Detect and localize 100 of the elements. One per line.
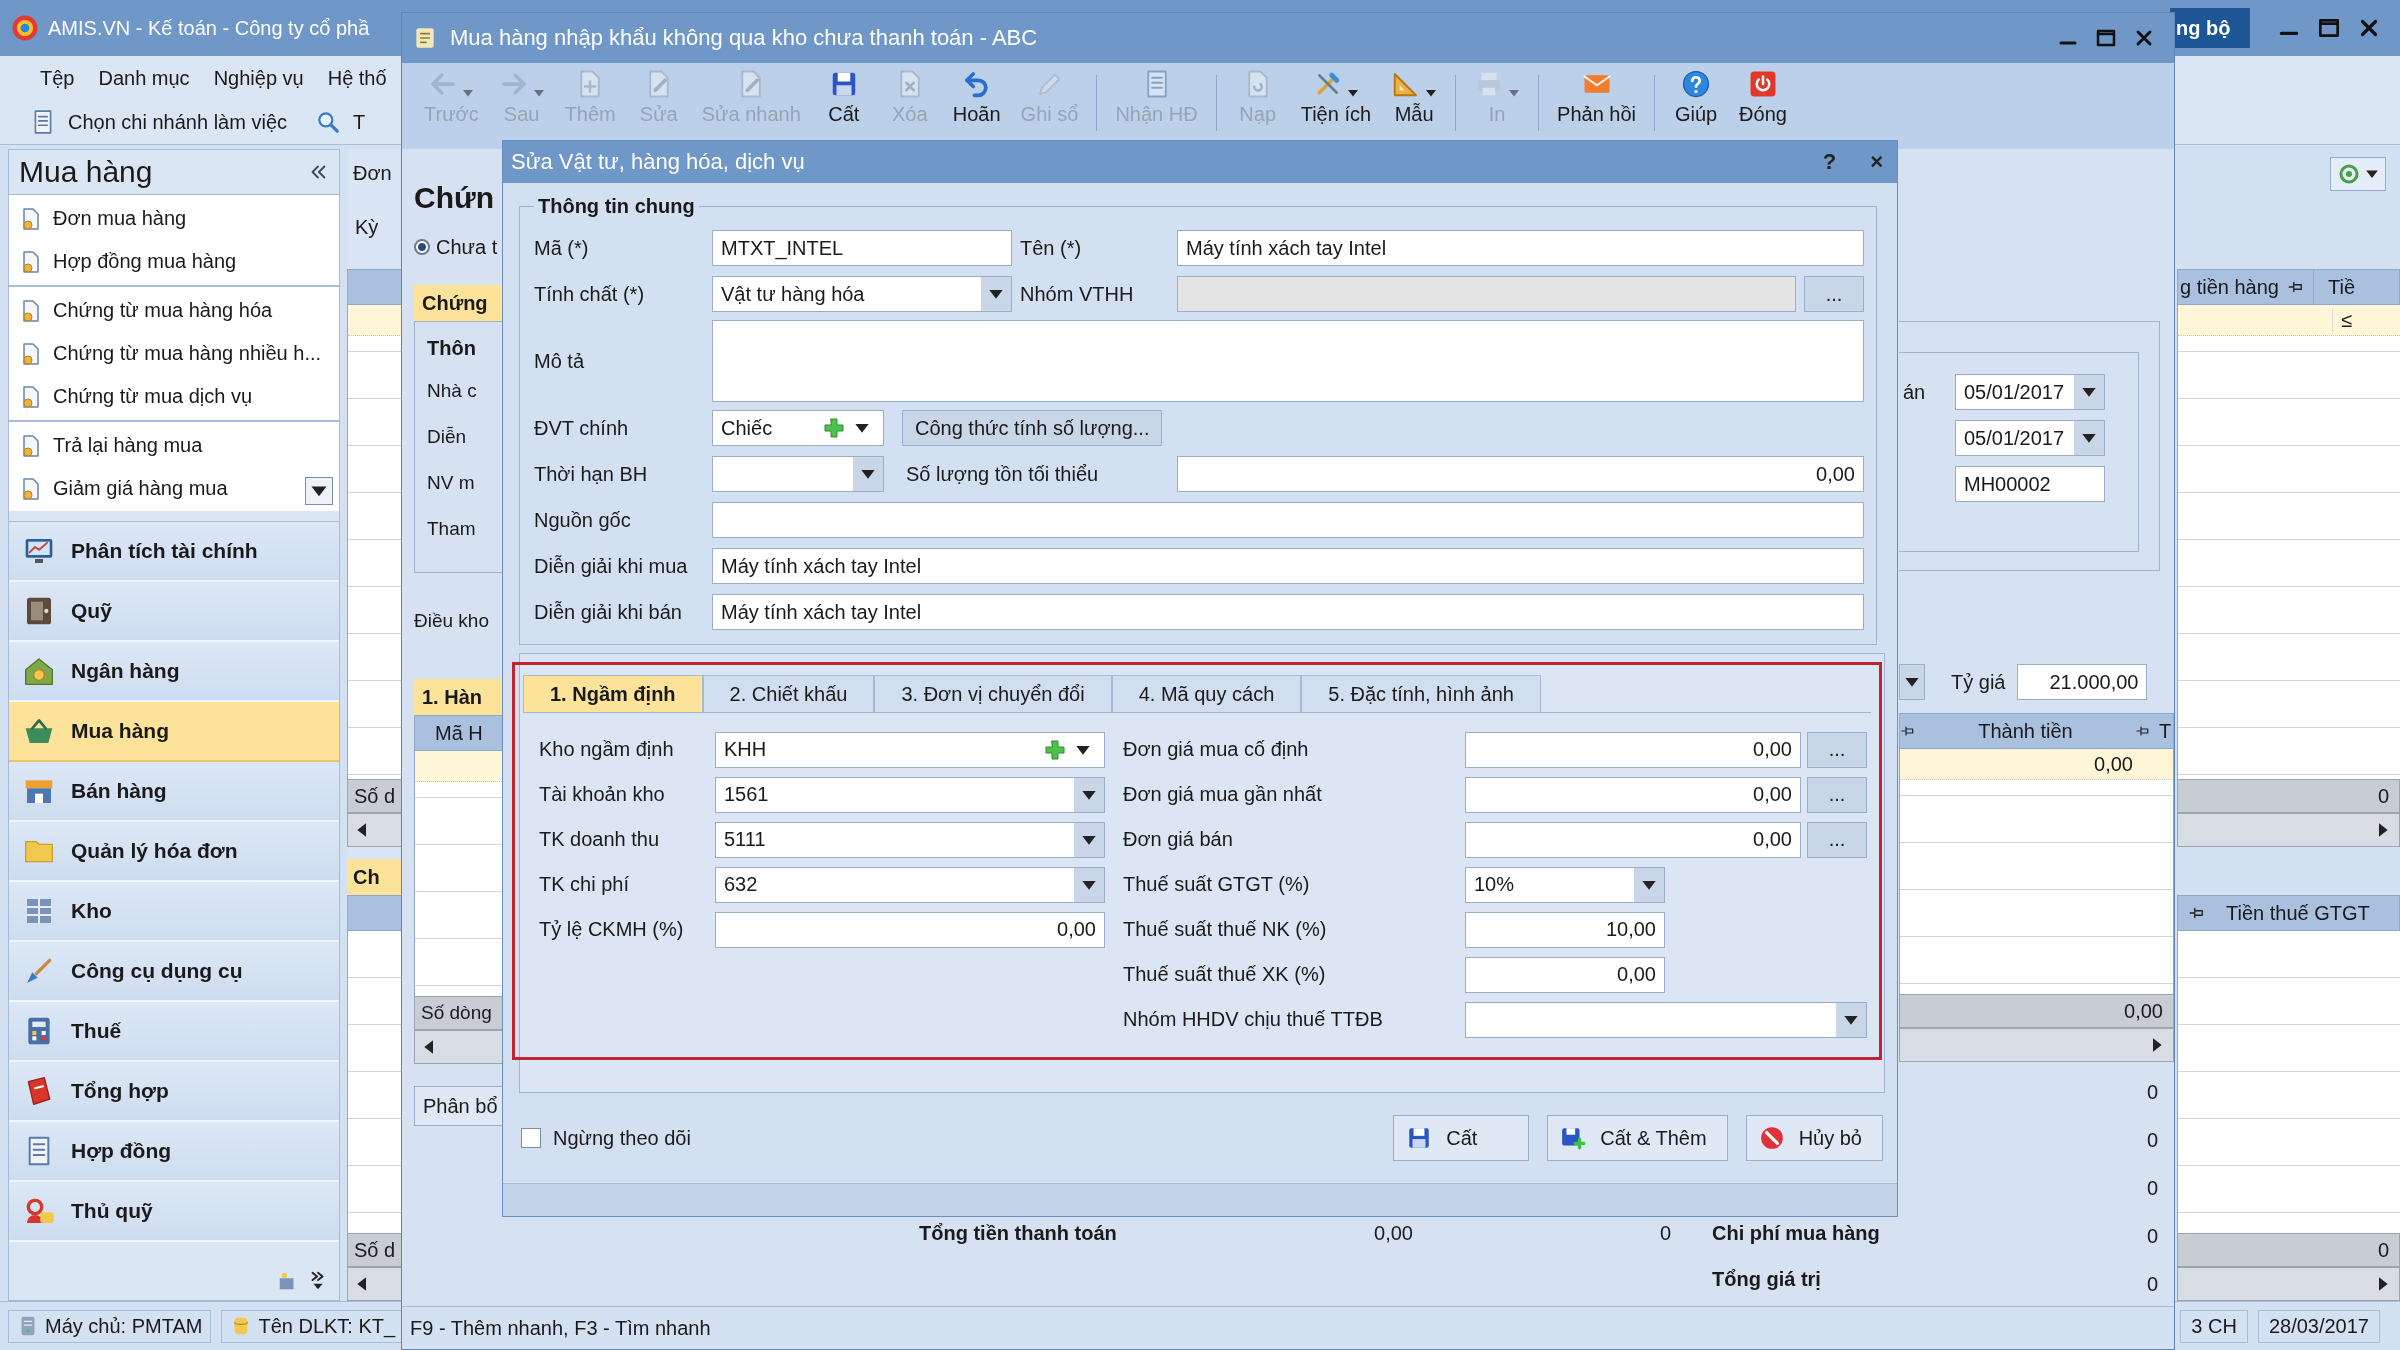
module-item[interactable]: Mua hàng: [9, 702, 339, 762]
field-label: Thuế suất thuế NK (%): [1123, 918, 1328, 941]
formula-button[interactable]: Công thức tính số lượng...: [902, 410, 1163, 446]
toolbar-button[interactable]: Đóng: [1731, 69, 1795, 126]
scroll-bar[interactable]: [2177, 1267, 2400, 1301]
table-footer: 0: [2177, 779, 2400, 813]
help-button[interactable]: ?: [1816, 149, 1843, 175]
dropdown-button[interactable]: [1899, 664, 1925, 700]
price-field[interactable]: 0,00: [1465, 731, 1801, 768]
field-label: Thời hạn BH: [534, 462, 649, 486]
tab[interactable]: 2. Chiết khấu: [702, 675, 875, 712]
exchange-rate-field[interactable]: 21.000,00: [2017, 664, 2148, 700]
scroll-bar[interactable]: [2177, 813, 2400, 847]
checkbox[interactable]: [521, 1128, 541, 1148]
number-field[interactable]: 0,00: [715, 911, 1105, 948]
scroll-bar[interactable]: [414, 1030, 503, 1064]
toolbar-button[interactable]: Giúp: [1665, 69, 1728, 126]
browse-button[interactable]: ...: [1807, 821, 1867, 858]
rate-field[interactable]: 10,00: [1465, 911, 1665, 948]
toolbar-button[interactable]: Cất: [812, 69, 875, 126]
tab[interactable]: 1. Hàn: [414, 679, 503, 715]
tab[interactable]: 3. Đơn vị chuyển đổi: [874, 675, 1112, 712]
scroll-bar[interactable]: [347, 1267, 403, 1301]
radio-option[interactable]: Chưa t: [414, 227, 503, 267]
menu-item[interactable]: Tệp: [40, 66, 75, 90]
dropdown-field[interactable]: Chiếc: [712, 410, 884, 446]
tab[interactable]: Ch: [347, 859, 403, 895]
menu-item[interactable]: Nghiệp vụ: [213, 66, 304, 90]
price-field[interactable]: 0,00: [1465, 776, 1801, 813]
sidebar-link[interactable]: Đơn mua hàng: [53, 207, 187, 230]
column-header: T: [2159, 719, 2173, 743]
dropdown-field[interactable]: 632: [715, 866, 1105, 903]
menu-item[interactable]: Danh mục: [98, 66, 190, 90]
tab-label[interactable]: Đơn: [353, 161, 392, 185]
rate-field[interactable]: 0,00: [1465, 956, 1665, 993]
toolbar-button[interactable]: Phản hồi: [1549, 69, 1645, 126]
tab[interactable]: 4. Mã quy cách: [1111, 675, 1302, 712]
browse-button[interactable]: ...: [1807, 731, 1867, 768]
dropdown-field[interactable]: [712, 456, 884, 492]
sidebar-link[interactable]: Chứng từ mua hàng nhiều h...: [53, 342, 322, 365]
summary-value: 0: [2146, 1127, 2158, 1153]
field-label: Mã (*): [534, 236, 590, 260]
sidebar-link[interactable]: Hợp đồng mua hàng: [53, 250, 237, 273]
date-field[interactable]: 05/01/2017: [1955, 374, 2105, 410]
field-label: TK chi phí: [539, 873, 631, 896]
search-label[interactable]: T: [353, 110, 366, 134]
close-button[interactable]: ×: [1864, 149, 1889, 175]
price-field[interactable]: 0,00: [1465, 821, 1801, 858]
field-label: Thuế suất GTGT (%): [1123, 873, 1311, 896]
table-footer: Số d: [347, 1233, 403, 1267]
menu-item[interactable]: Hệ thố: [327, 66, 387, 90]
dropdown-field[interactable]: 5111: [715, 821, 1105, 858]
min-stock-field[interactable]: 0,00: [1177, 456, 1864, 492]
field-label: Tài khoản kho: [539, 783, 666, 806]
voucher-number-field[interactable]: MH00002: [1955, 466, 2105, 502]
toolbar-button[interactable]: Mẫu: [1383, 69, 1446, 126]
toolbar-button[interactable]: Hoãn: [944, 69, 1009, 126]
browse-button[interactable]: ...: [1804, 276, 1864, 312]
scroll-down-button[interactable]: [305, 477, 333, 505]
tab[interactable]: Chứng: [414, 285, 503, 321]
dropdown-field[interactable]: 10%: [1465, 866, 1665, 903]
scroll-bar[interactable]: [1899, 1028, 2174, 1062]
scroll-bar[interactable]: [347, 813, 403, 847]
name-field[interactable]: Máy tính xách tay Intel: [1177, 230, 1864, 266]
dialog-button[interactable]: Cất & Thêm: [1547, 1115, 1728, 1161]
summary-value: 0: [2146, 1175, 2158, 1201]
description-field[interactable]: [712, 320, 1864, 402]
toolbar-button[interactable]: Tiện ích: [1292, 69, 1380, 126]
code-field[interactable]: MTXT_INTEL: [712, 230, 1012, 266]
dropdown-field[interactable]: KHH: [715, 731, 1105, 768]
date-field[interactable]: 05/01/2017: [1955, 420, 2105, 456]
dialog-button[interactable]: Hủy bỏ: [1745, 1115, 1883, 1161]
field-label: Kho ngầm định: [539, 738, 675, 761]
summary-value: 0: [2146, 1223, 2158, 1249]
branch-button[interactable]: Chọn chi nhánh làm việc: [68, 110, 287, 134]
allocate-button[interactable]: Phân bổ: [414, 1086, 503, 1126]
sidebar-link[interactable]: Giảm giá hàng mua: [53, 477, 228, 500]
settings-button[interactable]: [2330, 157, 2386, 191]
sidebar-link[interactable]: Trả lại hàng mua: [53, 434, 203, 457]
field-label: Tỷ giá: [1951, 670, 2006, 694]
sidebar-link[interactable]: Chứng từ mua hàng hóa: [53, 299, 273, 322]
radio-button[interactable]: [414, 239, 430, 255]
browse-button[interactable]: ...: [1807, 776, 1867, 813]
column-header: [347, 269, 403, 305]
sidebar-link[interactable]: Chứng từ mua dịch vụ: [53, 385, 253, 408]
filter-operator[interactable]: ≤: [2332, 308, 2360, 332]
sync-button[interactable]: ng bộ: [2170, 8, 2250, 48]
sale-description-field[interactable]: Máy tính xách tay Intel: [712, 594, 1864, 630]
column-header: Thành tiền: [1977, 719, 2074, 743]
tab[interactable]: 1. Ngầm định: [523, 675, 703, 712]
tab[interactable]: 5. Đặc tính, hình ảnh: [1301, 675, 1541, 712]
origin-field[interactable]: [712, 502, 1864, 538]
column-header: [347, 895, 403, 931]
dropdown-field[interactable]: [1465, 1001, 1867, 1038]
purchase-description-field[interactable]: Máy tính xách tay Intel: [712, 548, 1864, 584]
dropdown-field[interactable]: 1561: [715, 776, 1105, 813]
dropdown-field[interactable]: Vật tư hàng hóa: [712, 276, 1012, 312]
table-cell: 0,00: [2094, 752, 2133, 776]
checkbox-option[interactable]: Ngừng theo dõi: [521, 1126, 691, 1150]
dialog-button[interactable]: Cất: [1393, 1115, 1530, 1161]
